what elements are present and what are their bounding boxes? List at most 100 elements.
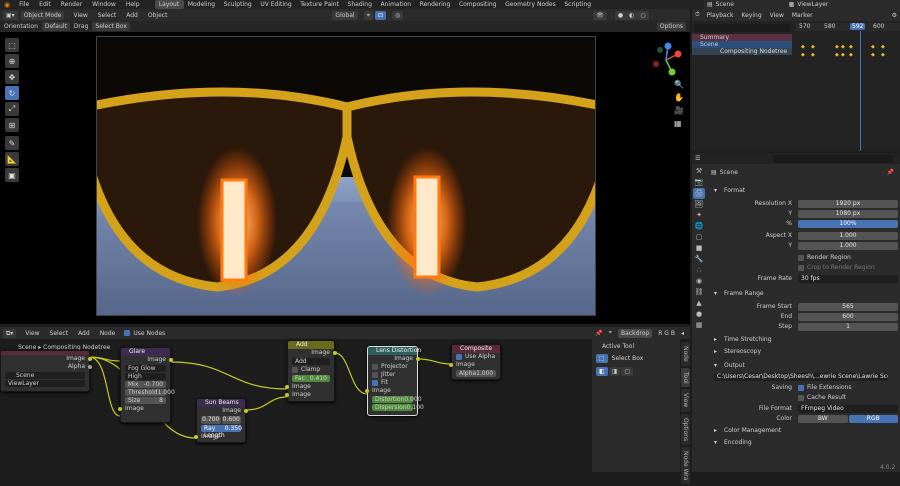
render-layers-node[interactable]: Image Alpha Scene ViewLayer xyxy=(0,350,92,392)
lens-dispersion-field[interactable]: Dispersion 0.100 xyxy=(372,404,424,411)
add-in2-socket[interactable] xyxy=(285,393,289,397)
frame-end-field[interactable]: 600 xyxy=(798,312,898,321)
tab-node[interactable]: Node xyxy=(681,342,690,366)
node-menu-select[interactable]: Select xyxy=(45,330,74,337)
add-title[interactable]: Add xyxy=(288,341,334,349)
lens-out-socket[interactable] xyxy=(416,357,420,361)
render-region-checkbox[interactable]: Render Region xyxy=(798,254,898,261)
menu-edit[interactable]: Edit xyxy=(34,1,56,8)
sun-beams-node[interactable]: Sun Beams Image 0.700 0.600 Ray Length 0.… xyxy=(194,398,248,443)
scene-tab-icon[interactable]: ✦ xyxy=(693,210,705,221)
options-button[interactable]: Options xyxy=(656,22,686,31)
glare-mix-field[interactable]: Mix -0.700 xyxy=(125,381,166,388)
composite-node[interactable]: Composite Use Alpha Image Alpha 1.000 xyxy=(449,344,501,380)
workspace-tab-sculpting[interactable]: Sculpting xyxy=(219,0,256,9)
sun-beams-title[interactable]: Sun Beams xyxy=(197,399,245,407)
scale-tool-icon[interactable]: ⤢ xyxy=(5,102,19,116)
measure-tool-icon[interactable]: 📐 xyxy=(5,152,19,166)
lens-title[interactable]: Lens Distortion xyxy=(368,347,421,355)
physics-tab-icon[interactable]: ◉ xyxy=(693,276,705,287)
add-clamp-checkbox[interactable]: Clamp xyxy=(288,366,334,374)
menu-window[interactable]: Window xyxy=(87,1,121,8)
glare-type-field[interactable]: Fog Glow xyxy=(125,365,166,372)
annotate-tool-icon[interactable]: ✎ xyxy=(5,136,19,150)
node-editor-type-button[interactable]: ⧉▾ xyxy=(3,328,17,338)
grid-icon[interactable]: ▦ xyxy=(674,119,684,128)
tab-node-wrangler[interactable]: Node Wra xyxy=(681,446,690,485)
node-menu-view[interactable]: View xyxy=(20,330,44,337)
glare-threshold-field[interactable]: Threshold 1.000 xyxy=(125,389,175,396)
crop-checkbox[interactable]: Crop to Render Region xyxy=(798,264,898,271)
rl-scene-field[interactable]: Scene xyxy=(5,372,85,379)
cache-result-checkbox[interactable]: Cache Result xyxy=(798,394,898,401)
node-menu-node[interactable]: Node xyxy=(95,330,121,337)
transform-tool-icon[interactable]: ⊞ xyxy=(5,118,19,132)
lens-fit-checkbox[interactable]: Fit xyxy=(368,379,417,387)
glare-title[interactable]: Glare xyxy=(121,348,170,356)
add-out-socket[interactable] xyxy=(333,351,337,355)
timeline-options-icon[interactable]: ⚙ xyxy=(889,12,900,19)
timeline-menu-playback[interactable]: Playback xyxy=(703,12,738,19)
sun-in-socket[interactable] xyxy=(194,435,198,439)
data-tab-icon[interactable]: ▲ xyxy=(693,298,705,309)
rl-layer-field[interactable]: ViewLayer xyxy=(5,380,85,387)
glare-out-socket[interactable] xyxy=(169,358,173,362)
output-tab-icon[interactable]: 🖨 xyxy=(693,188,705,199)
sun-source-x[interactable]: 0.700 xyxy=(201,416,221,424)
menu-render[interactable]: Render xyxy=(56,1,87,8)
material-tab-icon[interactable]: ● xyxy=(693,309,705,320)
composite-use-alpha-checkbox[interactable]: Use Alpha xyxy=(452,353,500,361)
sun-source-y[interactable]: 0.600 xyxy=(221,416,241,424)
shading-solid-icon[interactable]: ● xyxy=(614,10,627,20)
timeline-menu-marker[interactable]: Marker xyxy=(788,12,817,19)
rl-image-socket[interactable] xyxy=(88,357,92,361)
time-stretching-panel[interactable]: Time Stretching xyxy=(708,335,898,345)
camera-icon[interactable]: 🎥 xyxy=(674,106,684,115)
use-nodes-checkbox[interactable]: Use Nodes xyxy=(124,330,165,337)
snap-toggle[interactable]: ⊡ xyxy=(374,10,386,20)
step-field[interactable]: 1 xyxy=(798,322,898,331)
properties-icon[interactable]: ☰ xyxy=(692,155,703,162)
workspace-tab-scripting[interactable]: Scripting xyxy=(560,0,595,9)
aspect-x-field[interactable]: 1.000 xyxy=(798,231,898,240)
sun-out-socket[interactable] xyxy=(244,409,248,413)
menu-file[interactable]: File xyxy=(14,1,34,8)
select-box-icon[interactable]: ⬚ xyxy=(596,354,608,363)
collection-tab-icon[interactable]: ▢ xyxy=(693,232,705,243)
viewport-menu-select[interactable]: Select xyxy=(93,12,122,19)
composite-title[interactable]: Composite xyxy=(452,345,500,353)
active-tool-header[interactable]: Active Tool xyxy=(596,342,676,351)
mode-new-icon[interactable]: ◧ xyxy=(596,367,608,376)
file-format-selector[interactable]: FFmpeg Video xyxy=(798,404,898,413)
workspace-tab-geometry-nodes[interactable]: Geometry Nodes xyxy=(501,0,560,9)
shading-material-icon[interactable]: ◐ xyxy=(626,10,638,20)
dopesheet-icon[interactable]: ⏱ xyxy=(692,11,703,19)
proportional-edit-icon[interactable]: ◎ xyxy=(391,10,404,20)
resolution-y-field[interactable]: 1080 px xyxy=(798,209,898,218)
view-layer-tab-icon[interactable]: 🖼 xyxy=(693,199,705,210)
viewport-menu-object[interactable]: Object xyxy=(143,12,173,19)
render-tab-icon[interactable]: 📷 xyxy=(693,177,705,188)
constraints-tab-icon[interactable]: ⛓ xyxy=(693,287,705,298)
mode-extend-icon[interactable]: ◨ xyxy=(608,367,621,376)
transform-orientation[interactable]: Global xyxy=(332,10,358,20)
composite-image-socket[interactable] xyxy=(449,363,453,367)
snap-node-icon[interactable]: ⌖ xyxy=(609,329,612,337)
color-management-panel[interactable]: Color Management xyxy=(708,426,898,436)
workspace-tab-modeling[interactable]: Modeling xyxy=(184,0,220,9)
drag-selector[interactable]: Select Box xyxy=(92,22,130,31)
glare-size-field[interactable]: Size 8 xyxy=(125,397,166,404)
backdrop-button[interactable]: Backdrop xyxy=(618,328,653,338)
tool-tab-icon[interactable]: ⚒ xyxy=(693,166,705,177)
viewport-menu-view[interactable]: View xyxy=(68,12,92,19)
glare-quality-field[interactable]: High xyxy=(125,373,166,380)
workspace-tab-layout[interactable]: Layout xyxy=(154,0,184,9)
pin-icon[interactable]: 📌 xyxy=(887,169,898,176)
menu-help[interactable]: Help xyxy=(121,1,145,8)
stereoscopy-panel[interactable]: Stereoscopy xyxy=(708,347,898,357)
workspace-tab-uv-editing[interactable]: UV Editing xyxy=(256,0,296,9)
blender-logo-icon[interactable]: ◉ xyxy=(0,1,14,9)
select-tool-icon[interactable]: ⬚ xyxy=(5,38,19,52)
outliner-nodetree[interactable]: Compositing Nodetree xyxy=(692,48,792,55)
lens-distortion-field[interactable]: Distortion 0.000 xyxy=(372,396,422,403)
